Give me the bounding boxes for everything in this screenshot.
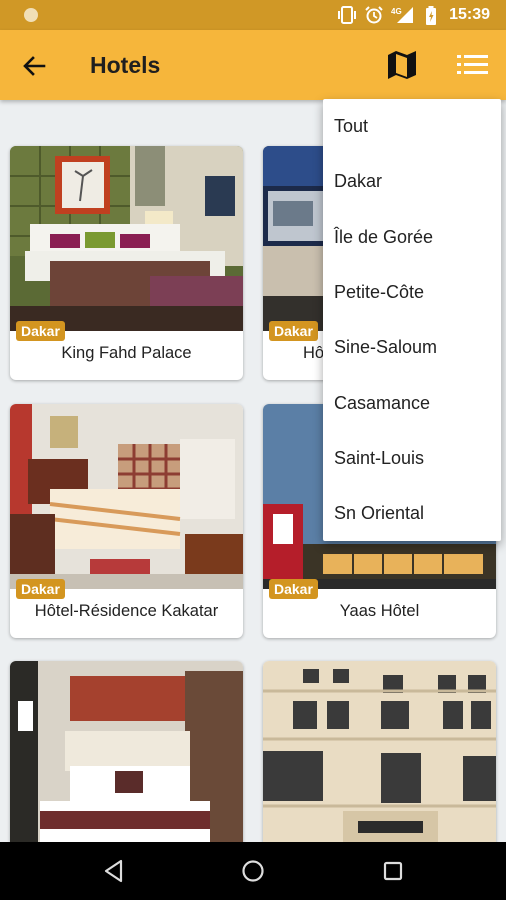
menu-item-petite-cote[interactable]: Petite-Côte — [323, 265, 501, 320]
nav-recents-button[interactable] — [380, 858, 406, 884]
battery-icon — [426, 5, 437, 25]
hotel-name: King Fahd Palace — [61, 344, 192, 362]
menu-item-tout[interactable]: Tout — [323, 99, 501, 154]
network-label: 4G — [391, 7, 402, 16]
list-view-button[interactable] — [456, 52, 490, 78]
region-badge: Dakar — [16, 321, 65, 341]
menu-item-saint-louis[interactable]: Saint-Louis — [323, 431, 501, 486]
back-triangle-icon — [104, 859, 123, 883]
menu-item-casamance[interactable]: Casamance — [323, 375, 501, 430]
region-badge: Dakar — [269, 579, 318, 599]
nav-back-button[interactable] — [101, 858, 127, 884]
hotel-card[interactable] — [10, 661, 243, 842]
signal-icon: 4G — [391, 7, 414, 23]
map-button[interactable] — [385, 48, 419, 82]
page-title: Hotels — [90, 52, 161, 78]
region-badge: Dakar — [16, 579, 65, 599]
hotel-photo — [10, 146, 243, 331]
menu-item-sine-saloum[interactable]: Sine-Saloum — [323, 320, 501, 375]
map-icon — [388, 51, 416, 79]
list-icon — [457, 55, 488, 74]
menu-item-sn-oriental[interactable]: Sn Oriental — [323, 486, 501, 541]
back-button[interactable] — [18, 50, 50, 82]
hotel-name: Hôtel-Résidence Kakatar — [34, 602, 219, 620]
home-circle-icon — [242, 860, 264, 882]
menu-item-dakar[interactable]: Dakar — [323, 154, 501, 209]
arrow-left-icon — [23, 56, 46, 76]
system-nav-bar — [0, 842, 506, 900]
app-toolbar: Hotels — [0, 30, 506, 100]
hotel-name: Yaas Hôtel — [339, 602, 420, 620]
hotel-card[interactable]: Dakar Hôtel-Résidence Kakatar — [10, 404, 243, 638]
status-time: 15:39 — [449, 6, 490, 23]
hotel-card[interactable] — [263, 661, 496, 842]
region-filter-menu: Tout Dakar Île de Gorée Petite-Côte Sine… — [323, 99, 501, 541]
alarm-icon — [365, 6, 383, 24]
hotel-photo — [10, 661, 243, 842]
nav-home-button[interactable] — [240, 858, 266, 884]
status-bar: 4G 15:39 — [0, 0, 506, 30]
menu-item-ile-de-goree[interactable]: Île de Gorée — [323, 210, 501, 265]
notification-dot-icon — [24, 8, 38, 22]
hotel-card[interactable]: Dakar King Fahd Palace — [10, 146, 243, 380]
hotel-photo — [10, 404, 243, 589]
hotel-photo — [263, 661, 496, 842]
vibrate-icon — [338, 6, 357, 24]
region-badge: Dakar — [269, 321, 318, 341]
recents-square-icon — [383, 861, 403, 881]
status-icons: 4G 15:39 — [337, 0, 490, 30]
